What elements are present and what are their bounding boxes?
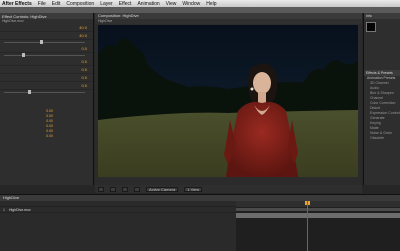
param-row[interactable]: 0.0 xyxy=(0,66,93,74)
composition-viewer[interactable] xyxy=(98,25,358,177)
menu-layer[interactable]: Layer xyxy=(100,1,113,7)
views-dropdown[interactable]: 1 View xyxy=(184,186,203,192)
param-row[interactable]: 0.0 xyxy=(0,74,93,82)
param-value[interactable]: 0.0 xyxy=(81,46,87,51)
playhead[interactable] xyxy=(307,201,308,251)
layer-name[interactable]: HighDive.mov xyxy=(9,207,31,212)
param-row[interactable]: 40.0 xyxy=(0,32,93,40)
layer-duration-bar[interactable] xyxy=(236,213,400,218)
menu-file[interactable]: File xyxy=(38,1,46,7)
menu-composition[interactable]: Composition xyxy=(66,1,94,7)
param-value[interactable]: 0.0 xyxy=(81,67,87,72)
resolution-dropdown[interactable] xyxy=(122,186,128,192)
info-panel: Info Effects & Presets Animation Presets… xyxy=(363,13,400,185)
neck xyxy=(258,92,266,104)
timeline-tracks[interactable] xyxy=(236,201,400,251)
timeline-panel: HighDive 1 HighDive.mov xyxy=(0,194,400,251)
param-row[interactable]: 0.00 xyxy=(0,134,93,139)
work-area-bar[interactable] xyxy=(236,208,400,211)
effects-presets-tab-label: Effects & Presets xyxy=(366,71,393,75)
menu-animation[interactable]: Animation xyxy=(137,1,159,7)
menu-bar: After Effects File Edit Composition Laye… xyxy=(0,0,400,7)
view-dropdown[interactable] xyxy=(134,186,140,192)
slider-knob[interactable] xyxy=(40,40,43,44)
param-row[interactable]: 0.0 xyxy=(0,58,93,66)
menu-help[interactable]: Help xyxy=(206,1,216,7)
menu-edit[interactable]: Edit xyxy=(52,1,61,7)
current-time[interactable] xyxy=(110,186,116,192)
slider-knob[interactable] xyxy=(28,90,31,94)
param-row[interactable]: 40.0 xyxy=(0,24,93,32)
time-ruler[interactable] xyxy=(236,201,400,207)
info-tab-label: Info xyxy=(366,14,372,18)
layer-number: 1 xyxy=(3,208,5,212)
param-row[interactable]: 0.0 xyxy=(0,45,93,53)
composition-panel: Composition: HighDive HighDive xyxy=(95,13,362,185)
param-value[interactable]: 0.00 xyxy=(46,134,53,139)
app-menu[interactable]: After Effects xyxy=(2,1,32,7)
slider-knob[interactable] xyxy=(22,53,25,57)
camera-dropdown[interactable]: Active Camera xyxy=(146,186,179,192)
param-slider[interactable] xyxy=(0,53,93,58)
param-value[interactable]: 40.0 xyxy=(79,25,87,30)
timeline-tab-label: HighDive xyxy=(3,195,20,200)
composition-subtab[interactable]: HighDive xyxy=(95,19,362,24)
param-value[interactable]: 0.0 xyxy=(81,59,87,64)
preset-category[interactable]: Obsolete xyxy=(364,136,400,141)
menu-window[interactable]: Window xyxy=(182,1,200,7)
param-value[interactable]: 0.0 xyxy=(81,75,87,80)
face xyxy=(253,72,271,94)
zoom-dropdown[interactable] xyxy=(98,186,104,192)
effect-controls-tab-label: Effect Controls: HighDive xyxy=(2,13,47,19)
effect-controls-panel: Effect Controls: HighDive HighDive.mov 4… xyxy=(0,13,94,185)
info-tab[interactable]: Info xyxy=(364,13,400,19)
composition-tab-label: Composition: HighDive xyxy=(98,13,139,18)
menu-effect[interactable]: Effect xyxy=(119,1,132,7)
composition-subtab-label: HighDive xyxy=(98,19,113,23)
param-slider[interactable] xyxy=(0,90,93,95)
footage-frame xyxy=(98,25,358,177)
param-value[interactable]: 40.0 xyxy=(79,33,87,38)
timeline-layer[interactable]: 1 HighDive.mov xyxy=(0,207,236,213)
param-row[interactable]: 0.0 xyxy=(0,82,93,90)
earring xyxy=(250,87,254,91)
color-swatch xyxy=(366,22,376,32)
viewer-controls: Active Camera 1 View xyxy=(95,185,362,193)
timeline-layer-list: 1 HighDive.mov xyxy=(0,201,236,251)
param-slider[interactable] xyxy=(0,40,93,45)
menu-view[interactable]: View xyxy=(166,1,177,7)
param-value[interactable]: 0.0 xyxy=(81,83,87,88)
